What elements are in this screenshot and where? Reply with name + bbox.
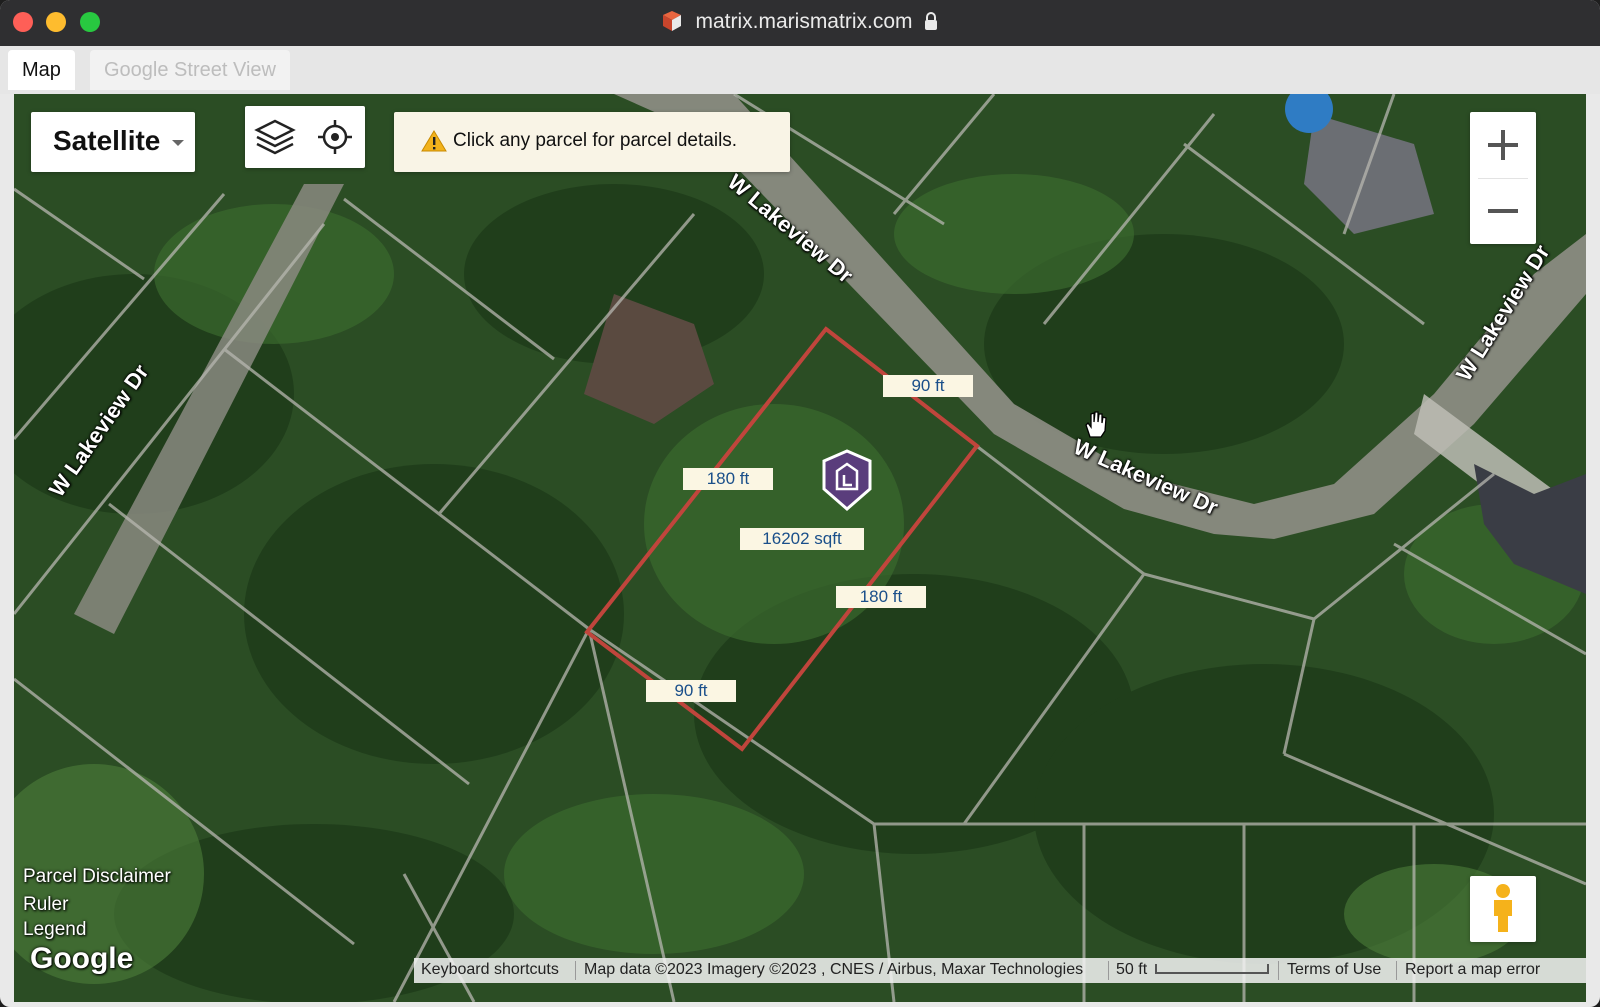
zoom-control bbox=[1470, 112, 1536, 244]
caret-down-icon bbox=[172, 140, 184, 146]
lock-icon bbox=[924, 12, 937, 30]
tab-map[interactable]: Map bbox=[8, 50, 75, 90]
plus-icon bbox=[1488, 130, 1518, 160]
locate-button[interactable] bbox=[305, 106, 365, 168]
legend-link[interactable]: Legend bbox=[23, 919, 86, 941]
minus-icon bbox=[1488, 209, 1518, 213]
parcel-dimension-top: 90 ft bbox=[883, 375, 973, 397]
window-title: matrix.marismatrix.com bbox=[0, 10, 1600, 34]
terms-link[interactable]: Terms of Use bbox=[1287, 961, 1381, 979]
browser-window: matrix.marismatrix.com Map Google Street… bbox=[0, 0, 1600, 1007]
map-data-attribution: Map data ©2023 Imagery ©2023 , CNES / Ai… bbox=[584, 961, 1084, 978]
parcel-marker-icon[interactable] bbox=[820, 449, 874, 511]
scale-bar[interactable] bbox=[1155, 964, 1269, 974]
parcel-notice-text: Click any parcel for parcel details. bbox=[453, 130, 738, 151]
parcel-notice: Click any parcel for parcel details. bbox=[394, 112, 790, 172]
pegman-icon bbox=[1494, 884, 1512, 932]
tab-bar: Map Google Street View bbox=[0, 46, 1600, 94]
tab-street-view[interactable]: Google Street View bbox=[90, 50, 290, 90]
title-bar: matrix.marismatrix.com bbox=[0, 0, 1600, 46]
parcel-dimension-left: 180 ft bbox=[683, 468, 773, 490]
keyboard-shortcuts-link[interactable]: Keyboard shortcuts bbox=[421, 961, 559, 979]
parcel-area: 16202 sqft bbox=[740, 528, 864, 550]
parcel-dimension-right: 180 ft bbox=[836, 586, 926, 608]
warning-icon bbox=[421, 130, 447, 152]
parcel-disclaimer-link[interactable]: Parcel Disclaimer bbox=[23, 866, 171, 888]
google-logo[interactable]: Google bbox=[30, 942, 133, 976]
map-tools bbox=[245, 106, 365, 168]
street-view-pegman[interactable] bbox=[1470, 876, 1536, 942]
report-error-link[interactable]: Report a map error bbox=[1405, 961, 1540, 979]
map-type-label: Satellite bbox=[53, 125, 161, 156]
locate-icon bbox=[318, 120, 352, 154]
attribution-bar: Keyboard shortcuts Map data ©2023 Imager… bbox=[414, 958, 1586, 983]
hand-cursor-icon bbox=[1085, 411, 1107, 438]
map-type-dropdown[interactable]: Satellite bbox=[31, 112, 195, 172]
zoom-out-button[interactable] bbox=[1470, 178, 1536, 244]
zoom-in-button[interactable] bbox=[1470, 112, 1536, 178]
ruler-link[interactable]: Ruler bbox=[23, 894, 68, 916]
layers-button[interactable] bbox=[245, 106, 305, 168]
map-canvas[interactable]: W Lakeview Dr W Lakeview Dr W Lakeview D… bbox=[14, 94, 1586, 1002]
layers-icon bbox=[254, 119, 296, 155]
window-title-text: matrix.marismatrix.com bbox=[695, 10, 913, 33]
site-icon bbox=[663, 11, 682, 31]
parcel-dimension-bottom: 90 ft bbox=[646, 680, 736, 702]
scale-label[interactable]: 50 ft bbox=[1116, 961, 1147, 979]
